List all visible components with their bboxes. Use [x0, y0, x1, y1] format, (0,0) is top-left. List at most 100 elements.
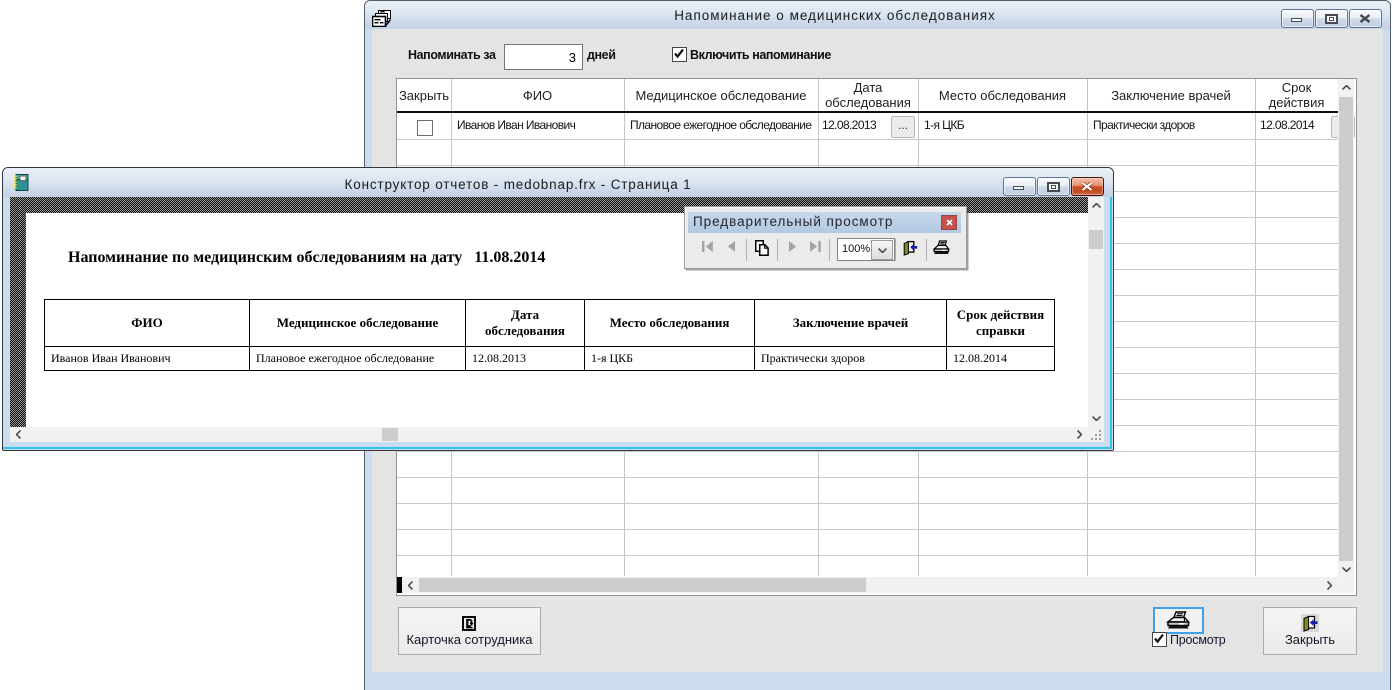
toolbar-titlebar[interactable]: Предварительный просмотр: [688, 212, 961, 233]
win2-edge-glow: [1110, 197, 1112, 449]
next-page-button[interactable]: [789, 241, 796, 252]
preview-hscrollbar[interactable]: [10, 427, 1088, 442]
scroll-left-icon[interactable]: [10, 427, 27, 442]
win1-right-frame: [1383, 29, 1390, 673]
toolbar-separator: [895, 239, 896, 261]
exit-door-icon: [902, 240, 918, 256]
toolbar-separator: [829, 239, 830, 261]
resize-grip[interactable]: [1088, 427, 1104, 442]
win1-maximize-button[interactable]: [1315, 9, 1348, 28]
toolbar-close-button[interactable]: [941, 215, 957, 230]
preview-label: Просмотр: [1170, 633, 1226, 647]
grid-hscrollbar[interactable]: [397, 577, 1338, 593]
pages-button[interactable]: [755, 240, 769, 256]
scroll-right-icon[interactable]: [1071, 427, 1088, 442]
employee-card-icon: [462, 616, 476, 631]
vscroll-thumb[interactable]: [1089, 230, 1103, 249]
printer-icon: [933, 240, 950, 256]
vscroll-thumb[interactable]: [1339, 97, 1353, 561]
employee-card-label: Карточка сотрудника: [399, 632, 540, 647]
scroll-down-icon[interactable]: [1338, 561, 1354, 577]
win1-minimize-button[interactable]: [1281, 9, 1314, 28]
toolbar-separator: [746, 239, 747, 261]
toolbar-separator: [926, 239, 927, 261]
cell-exam[interactable]: Плановое ежегодное обследование: [630, 118, 811, 132]
card-file-icon: [372, 10, 392, 27]
preview-vscrollbar[interactable]: [1088, 197, 1104, 427]
close-window-button[interactable]: Закрыть: [1263, 607, 1357, 655]
rep-col-date: Дата обследования: [466, 300, 585, 347]
hscroll-thumb[interactable]: [419, 578, 866, 592]
rep-col-exam: Медицинское обследование: [250, 300, 466, 347]
cell-conclusion[interactable]: Практически здоров: [1093, 118, 1195, 132]
win1-title: Напоминание о медицинских обследованиях: [565, 8, 1105, 23]
scroll-right-icon[interactable]: [1321, 577, 1338, 593]
desktop: Напоминание о медицинских обследованиях …: [0, 0, 1393, 690]
remind-before-label: Напоминать за: [408, 48, 496, 62]
win1-bottom-frame: [365, 672, 1390, 690]
preview-checkbox[interactable]: [1152, 632, 1167, 647]
rep-col-fio: ФИО: [45, 300, 250, 347]
notebook-icon: [13, 174, 29, 191]
employee-card-button[interactable]: Карточка сотрудника: [398, 607, 541, 655]
enable-reminder-label: Включить напоминание: [690, 48, 831, 62]
scrollbar-corner: [1338, 577, 1354, 593]
col-header-conclusion[interactable]: Заключение врачей: [1087, 79, 1255, 111]
scroll-up-icon[interactable]: [1338, 79, 1354, 96]
grid-vscrollbar[interactable]: [1338, 79, 1354, 577]
close-window-label: Закрыть: [1264, 632, 1356, 647]
rep-col-validity: Срок действия справки: [947, 300, 1055, 347]
rep-cell-fio: Иванов Иван Иванович: [45, 347, 250, 371]
col-header-validity[interactable]: Срок действия: [1255, 79, 1338, 111]
row-close-checkbox[interactable]: [417, 120, 433, 136]
col-header-place[interactable]: Место обследования: [918, 79, 1087, 111]
scroll-up-icon[interactable]: [1088, 197, 1104, 214]
toolbar-print-button[interactable]: [933, 240, 950, 256]
win2-close-button[interactable]: [1071, 177, 1104, 196]
prev-page-button[interactable]: [728, 241, 735, 252]
cell-exam-date[interactable]: 12.08.2013: [822, 118, 876, 132]
hscroll-thumb[interactable]: [382, 428, 398, 441]
col-header-fio[interactable]: ФИО: [451, 79, 624, 111]
toolbar-title: Предварительный просмотр: [693, 214, 893, 229]
rep-cell-conclusion: Практически здоров: [755, 347, 947, 371]
cell-valid-until[interactable]: 12.08.2014: [1260, 118, 1314, 132]
days-input[interactable]: [504, 44, 583, 70]
report-data-row: Иванов Иван Иванович Плановое ежегодное …: [45, 347, 1055, 371]
rep-cell-place: 1-я ЦКБ: [585, 347, 755, 371]
exit-door-icon: [1301, 614, 1319, 632]
first-page-button[interactable]: [702, 241, 713, 252]
cell-fio[interactable]: Иванов Иван Иванович: [457, 118, 575, 132]
win1-titlebar[interactable]: Напоминание о медицинских обследованиях: [365, 1, 1390, 29]
printer-icon: [1166, 611, 1191, 630]
win2-title: Конструктор отчетов - medobnap.frx - Стр…: [203, 177, 833, 192]
zoom-dropdown-button[interactable]: [871, 240, 893, 260]
enable-reminder-checkbox[interactable]: [672, 47, 687, 62]
win2-left-frame: [3, 197, 10, 449]
win2-minimize-button[interactable]: [1003, 177, 1036, 196]
win1-close-button[interactable]: [1349, 9, 1382, 28]
win2-maximize-button[interactable]: [1037, 177, 1070, 196]
print-button[interactable]: [1153, 607, 1204, 634]
report-table: ФИО Медицинское обследование Дата обслед…: [44, 299, 1055, 371]
report-heading: Напоминание по медицинским обследованиям…: [68, 249, 545, 267]
rep-cell-date: 12.08.2013: [466, 347, 585, 371]
scroll-left-icon[interactable]: [402, 577, 419, 593]
rep-col-conclusion: Заключение врачей: [755, 300, 947, 347]
report-header-row: ФИО Медицинское обследование Дата обслед…: [45, 300, 1055, 347]
last-page-button[interactable]: [810, 241, 821, 252]
scroll-down-icon[interactable]: [1088, 410, 1104, 427]
exam-date-picker-button[interactable]: ...: [891, 116, 915, 138]
win2-edge-glow: [3, 447, 1112, 449]
zoom-value: 100%: [842, 243, 870, 255]
col-header-exam[interactable]: Медицинское обследование: [624, 79, 818, 111]
cell-place[interactable]: 1-я ЦКБ: [924, 118, 964, 132]
preview-toolbar-window: Предварительный просмотр: [684, 206, 967, 269]
rep-col-place: Место обследования: [585, 300, 755, 347]
col-header-close[interactable]: Закрыть: [397, 79, 451, 111]
win2-titlebar[interactable]: Конструктор отчетов - medobnap.frx - Стр…: [3, 168, 1113, 197]
col-header-date[interactable]: Дата обследования: [818, 79, 918, 111]
zoom-combobox[interactable]: 100%: [837, 238, 895, 261]
days-label: дней: [587, 48, 616, 62]
close-preview-button[interactable]: [902, 240, 918, 256]
